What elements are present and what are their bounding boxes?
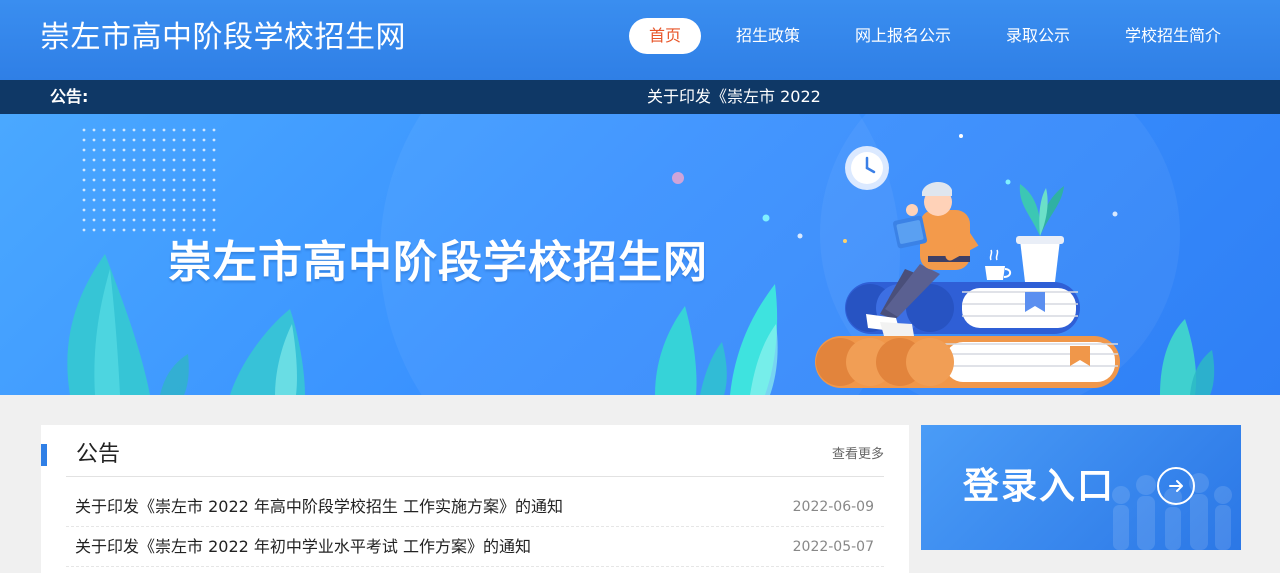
notice-list-item[interactable]: 关于印发《崇左市 2022 年高中阶段学校招生 工作实施方案》的通知 2022-…: [66, 487, 884, 527]
nav-home[interactable]: 首页: [629, 18, 701, 54]
notice-item-date: 2022-06-09: [792, 499, 874, 515]
dot-grid-decoration: [82, 128, 216, 232]
right-leaves-decoration: [1160, 319, 1215, 395]
panel-title: 公告: [76, 442, 121, 467]
nav-admission-policy[interactable]: 招生政策: [728, 18, 808, 54]
clock-icon: [845, 146, 889, 190]
nav-school-intro[interactable]: 学校招生简介: [1118, 18, 1228, 54]
hero-banner: 崇左市高中阶段学校招生网: [0, 114, 1280, 395]
arrow-right-circle-icon[interactable]: [1157, 467, 1195, 505]
notice-list-item[interactable]: 关于印发《崇左市 2022 年初中学业水平考试 工作方案》的通知 2022-05…: [66, 527, 884, 567]
notice-marquee-link[interactable]: 关于印发《崇左市 2022: [647, 80, 821, 114]
view-more-link[interactable]: 查看更多: [832, 445, 884, 465]
banner-title: 崇左市高中阶段学校招生网: [168, 237, 708, 288]
notice-item-title[interactable]: 关于印发《崇左市 2022 年高中阶段学校招生 工作实施方案》的通知: [75, 487, 563, 527]
main-nav: 首页 招生政策 网上报名公示 录取公示 学校招生简介: [0, 18, 1280, 54]
nav-online-registration[interactable]: 网上报名公示: [848, 18, 958, 54]
notice-bar-label: 公告:: [50, 87, 89, 106]
login-entry-label[interactable]: 登录入口: [963, 463, 1115, 511]
panel-accent-bar: [41, 444, 47, 466]
login-entry-card[interactable]: 登录入口: [921, 425, 1241, 550]
notice-bar: 公告: 关于印发《崇左市 2022: [0, 80, 1280, 114]
notice-item-title[interactable]: 关于印发《崇左市 2022 年初中学业水平考试 工作方案》的通知: [75, 527, 531, 567]
nav-admission-results[interactable]: 录取公示: [998, 18, 1078, 54]
panel-divider: [66, 476, 884, 477]
notice-item-date: 2022-05-07: [792, 539, 874, 555]
site-header: 崇左市高中阶段学校招生网 首页 招生政策 网上报名公示 录取公示 学校招生简介: [0, 0, 1280, 80]
notice-panel: 公告 查看更多 关于印发《崇左市 2022 年高中阶段学校招生 工作实施方案》的…: [41, 425, 909, 573]
